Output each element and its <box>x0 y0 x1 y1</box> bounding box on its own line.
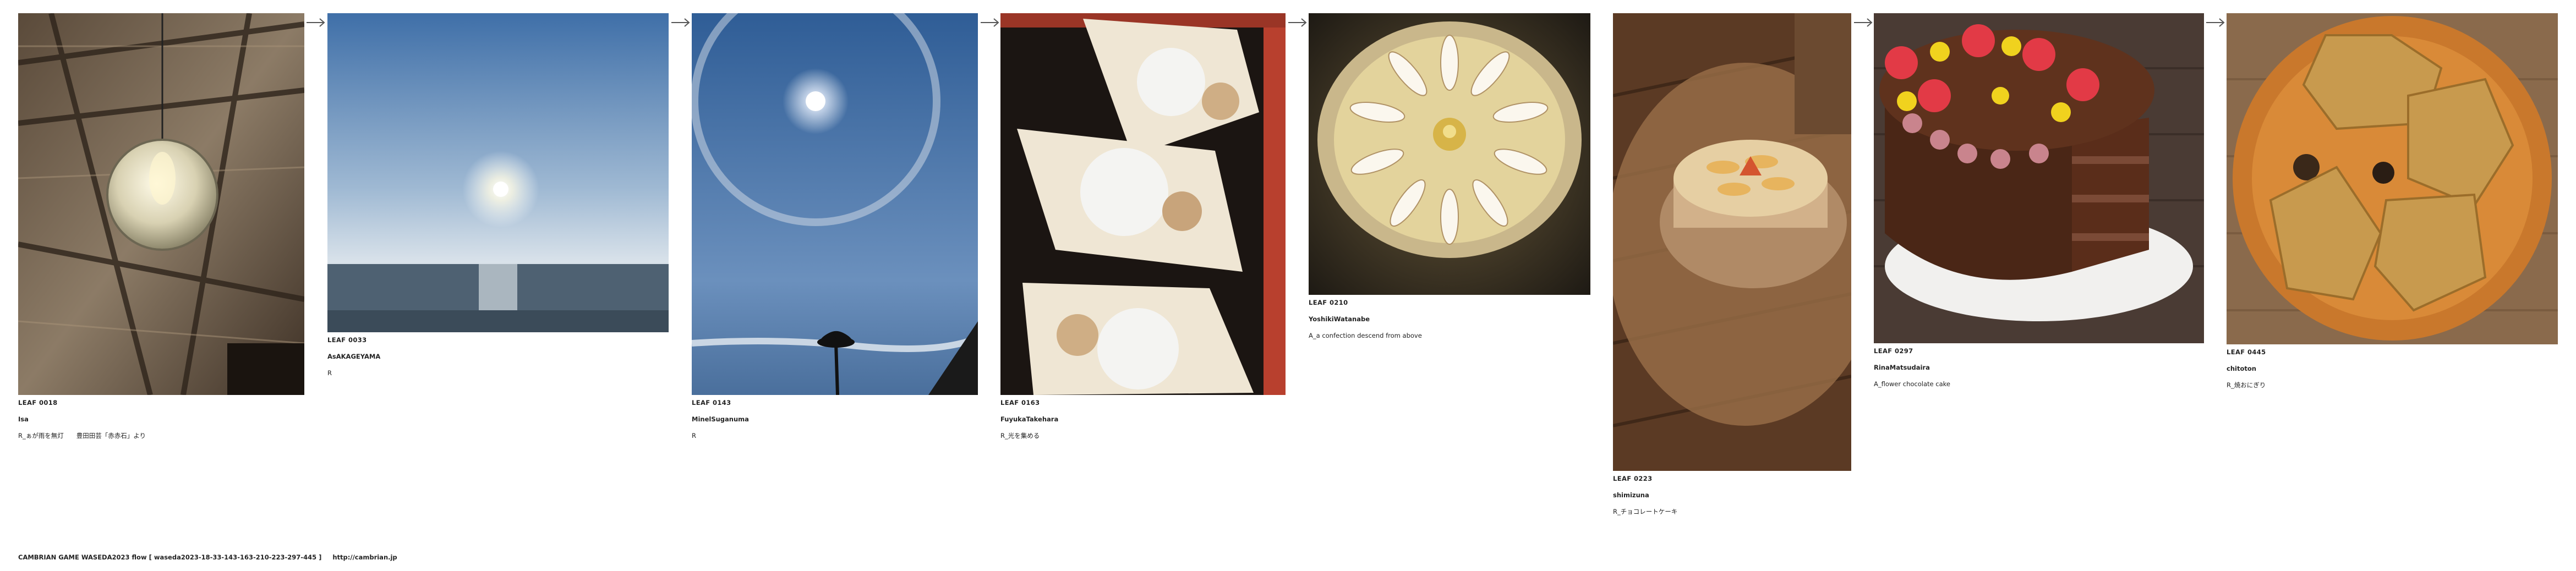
leaf-author[interactable]: Isa <box>18 415 304 423</box>
leaf-author[interactable]: YoshikiWatanabe <box>1309 315 1590 323</box>
leaf-id: LEAF 0223 <box>1613 475 1653 482</box>
leaf-id: LEAF 0210 <box>1309 299 1348 306</box>
arrow-right-icon <box>305 17 326 29</box>
leaf-author[interactable]: MinelSuganuma <box>692 415 978 423</box>
leaf-author[interactable]: shimizuna <box>1613 491 1851 499</box>
leaf-card[interactable]: LEAF 0163 FuyukaTakehara R_光を集める <box>1000 13 1286 449</box>
leaf-author[interactable]: RinaMatsudaira <box>1874 364 2204 371</box>
leaf-id: LEAF 0143 <box>692 399 731 407</box>
leaf-image[interactable] <box>1309 13 1590 295</box>
leaf-title: R_チョコレートケーキ <box>1613 508 1678 516</box>
leaf-title: R_焼おにぎり <box>2227 381 2266 389</box>
leaf-image[interactable] <box>1000 13 1286 395</box>
arrow-right-icon <box>980 17 1000 29</box>
leaf-card[interactable]: LEAF 0445 chitoton R_焼おにぎり <box>2227 13 2558 399</box>
leaf-image[interactable] <box>1874 13 2204 343</box>
leaf-image[interactable] <box>692 13 978 395</box>
arrow-right-icon <box>1287 17 1308 29</box>
arrow-right-icon <box>1853 17 1874 29</box>
leaf-card[interactable]: LEAF 0210 YoshikiWatanabe A_a confection… <box>1309 13 1590 349</box>
leaf-image[interactable] <box>1613 13 1851 471</box>
leaf-card[interactable]: LEAF 0033 AsAKAGEYAMA R <box>327 13 669 387</box>
leaf-author[interactable]: chitoton <box>2227 365 2558 372</box>
arrow-right-icon <box>670 17 691 29</box>
leaf-image[interactable] <box>327 13 669 332</box>
leaf-id: LEAF 0297 <box>1874 347 1913 355</box>
footer-url-link[interactable]: http://cambrian.jp <box>332 553 397 561</box>
leaf-card[interactable]: LEAF 0223 shimizuna R_チョコレートケーキ <box>1613 13 1851 525</box>
leaf-card[interactable]: LEAF 0297 RinaMatsudaira A_flower chocol… <box>1874 13 2204 398</box>
leaf-title: R <box>692 432 696 440</box>
leaf-card[interactable]: LEAF 0018 Isa R_ぁが雨を無灯 豊田田芸「赤赤石」より <box>18 13 304 449</box>
leaf-image[interactable] <box>18 13 304 395</box>
leaf-title: R_ぁが雨を無灯 豊田田芸「赤赤石」より <box>18 432 146 440</box>
leaf-title: A_flower chocolate cake <box>1874 380 1950 388</box>
footer-game-flow: CAMBRIAN GAME WASEDA2023 flow [ waseda20… <box>18 553 322 561</box>
footer: CAMBRIAN GAME WASEDA2023 flow [ waseda20… <box>18 553 406 561</box>
arrow-right-icon <box>2205 17 2226 29</box>
leaf-id: LEAF 0163 <box>1000 399 1040 407</box>
leaf-title: R <box>327 369 332 377</box>
leaf-card[interactable]: LEAF 0143 MinelSuganuma R <box>692 13 978 449</box>
leaf-author[interactable]: AsAKAGEYAMA <box>327 353 669 360</box>
leaf-id: LEAF 0033 <box>327 336 367 344</box>
leaf-id: LEAF 0445 <box>2227 348 2266 356</box>
leaf-title: A_a confection descend from above <box>1309 332 1422 340</box>
leaf-title: R_光を集める <box>1000 432 1040 440</box>
leaf-id: LEAF 0018 <box>18 399 58 407</box>
leaf-author[interactable]: FuyukaTakehara <box>1000 415 1286 423</box>
leaf-image[interactable] <box>2227 13 2558 344</box>
